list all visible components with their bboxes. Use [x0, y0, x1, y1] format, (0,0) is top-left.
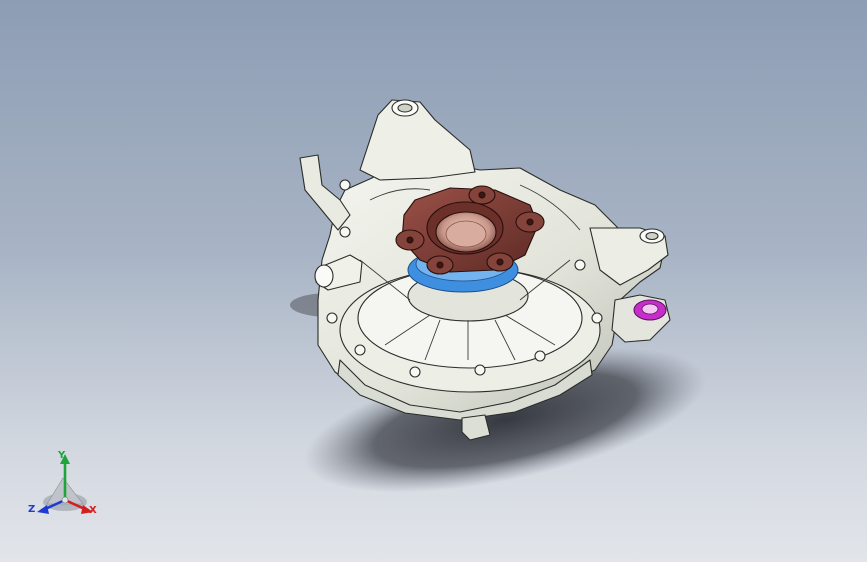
x-axis-label: X [89, 505, 97, 516]
z-axis-label: Z [28, 504, 36, 515]
cad-model-view[interactable] [0, 0, 867, 562]
graphics-viewport[interactable]: Y X Z [0, 0, 867, 562]
y-axis-label: Y [58, 450, 66, 461]
mount-bushing[interactable] [633, 299, 667, 321]
